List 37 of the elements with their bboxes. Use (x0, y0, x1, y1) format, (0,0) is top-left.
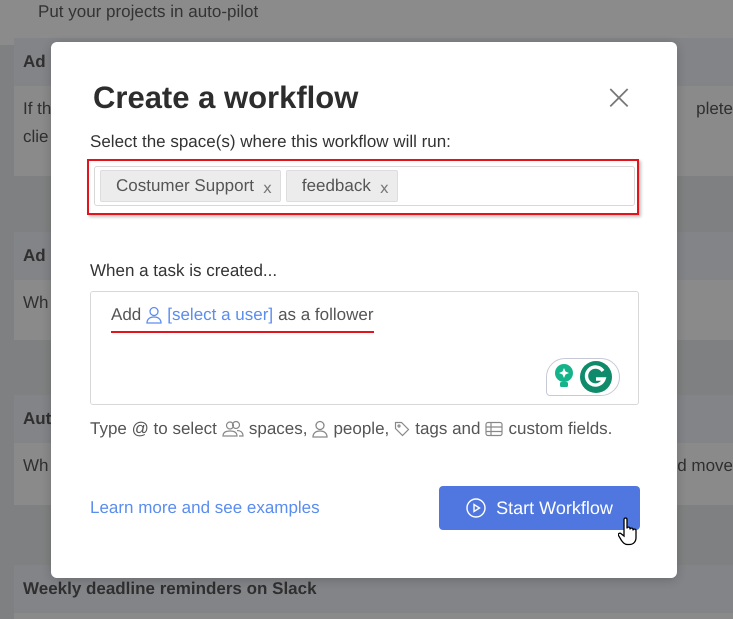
assistant-icon (580, 361, 612, 393)
tag-icon (394, 421, 410, 437)
dialog-title: Create a workflow (93, 80, 358, 116)
play-icon (466, 498, 486, 518)
section-text: Wh (23, 455, 48, 477)
hint-text: custom fields. (508, 419, 612, 439)
section-title: Weekly deadline reminders on Slack (23, 579, 317, 599)
field-label: Select the space(s) where this workflow will run: (90, 132, 452, 152)
field-label: When a task is created... (90, 261, 278, 281)
section-title: Ad (23, 52, 46, 72)
editor-text: Add (111, 305, 142, 325)
person-icon (146, 306, 162, 324)
section-title: Aut (23, 409, 52, 429)
learn-more-link[interactable]: Learn more and see examples (90, 498, 320, 518)
section-text: clie (23, 126, 49, 148)
spaces-field[interactable]: Costumer Support x feedback x (94, 166, 635, 206)
section-text: Wh (23, 292, 48, 314)
hint-text: spaces, (248, 419, 308, 439)
section-text: d move (677, 455, 733, 477)
group-icon (222, 420, 244, 438)
section-text: If th (23, 98, 52, 120)
action-editor[interactable]: Add [select a user] as a follower (90, 291, 639, 405)
hint-text: tags and (415, 419, 480, 439)
hint-text: Type @ to select (90, 419, 217, 439)
hint-text: people, (333, 419, 390, 439)
table-icon (485, 421, 504, 437)
editor-text: as a follower (278, 305, 374, 325)
lightbulb-icon (554, 364, 574, 390)
writing-assistant-widget[interactable] (546, 358, 620, 396)
space-tag[interactable]: Costumer Support x (100, 170, 281, 202)
space-tag[interactable]: feedback x (286, 170, 398, 202)
section-text: plete (696, 98, 733, 120)
select-user-link[interactable]: [select a user] (167, 305, 274, 325)
person-icon (312, 420, 328, 438)
close-button[interactable]: × (604, 83, 634, 113)
intro-text: Put your projects in auto-pilot (38, 2, 258, 22)
section-title: Ad (23, 246, 46, 266)
